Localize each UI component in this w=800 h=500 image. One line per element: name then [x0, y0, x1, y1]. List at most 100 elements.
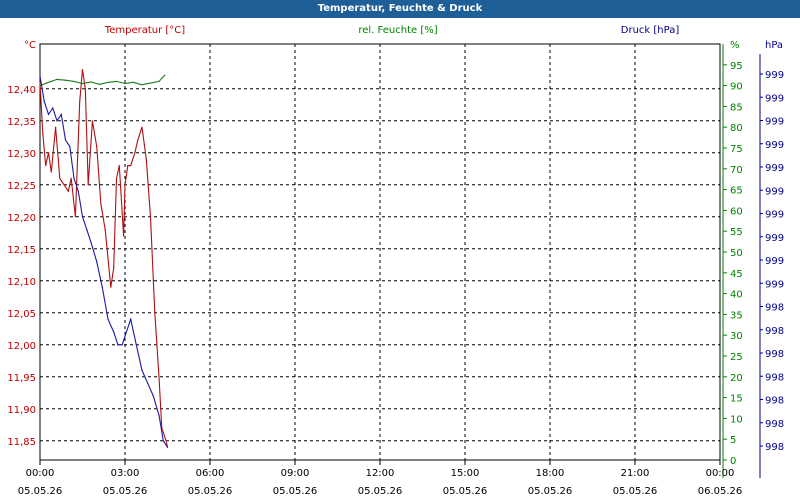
humidity-unit: %: [730, 40, 740, 51]
x-tick-label-date: 05.05.26: [103, 486, 148, 497]
x-tick-label-date: 05.05.26: [613, 486, 658, 497]
y-tick-label-humidity: 10: [730, 414, 743, 425]
x-tick-label-time: 00:00: [26, 468, 55, 479]
data-point-temperature: [123, 235, 125, 237]
data-point-pressure: [135, 344, 137, 346]
data-point-temperature: [110, 286, 112, 288]
data-point-humidity: [47, 81, 50, 83]
data-point-pressure: [52, 107, 54, 109]
y-tick-label-pressure: 998: [765, 303, 784, 314]
data-point-pressure: [64, 139, 67, 141]
data-point-pressure: [117, 344, 119, 346]
data-point-temperature: [84, 88, 86, 90]
data-point-humidity: [164, 74, 166, 76]
y-tick-label-humidity: 60: [730, 206, 743, 217]
y-tick-label-pressure: 999: [765, 140, 784, 151]
data-point-pressure: [125, 331, 127, 333]
data-point-pressure: [147, 382, 149, 384]
x-tick-label-date: 05.05.26: [358, 486, 403, 497]
data-point-temperature: [42, 133, 44, 135]
axes: [39, 43, 763, 478]
y-tick-label-humidity: 50: [730, 248, 743, 259]
y-tick-label-pressure: 998: [765, 419, 784, 430]
y-tick-label-temperature: 12,35: [7, 117, 36, 128]
x-tick-label-date: 06.05.26: [698, 486, 743, 497]
data-point-temperature: [96, 145, 98, 147]
y-tick-label-pressure: 998: [765, 326, 784, 337]
data-point-humidity: [73, 80, 75, 82]
data-point-pressure: [77, 190, 79, 192]
y-tick-label-temperature: 12,10: [7, 277, 36, 288]
y-tick-label-pressure: 999: [765, 256, 784, 267]
y-tick-label-humidity: 80: [730, 123, 743, 134]
data-point-humidity: [141, 84, 143, 86]
data-point-pressure: [47, 113, 50, 115]
x-tick-label-time: 09:00: [281, 468, 310, 479]
series: [39, 69, 169, 448]
pressure-axis-title: Druck [hPa]: [621, 25, 680, 36]
chart-title: Temperatur, Feuchte & Druck: [0, 0, 800, 18]
data-point-temperature: [63, 184, 65, 186]
y-tick-label-humidity: 95: [730, 61, 743, 72]
data-point-temperature: [115, 177, 118, 179]
x-tick-label-date: 05.05.26: [528, 486, 573, 497]
y-tick-label-humidity: 55: [730, 227, 743, 238]
y-tick-label-pressure: 998: [765, 442, 784, 453]
y-tick-label-humidity: 25: [730, 352, 743, 363]
y-tick-label-pressure: 998: [765, 349, 784, 360]
data-point-humidity: [132, 81, 135, 83]
data-point-pressure: [90, 241, 92, 243]
y-tick-label-temperature: 12,05: [7, 309, 36, 320]
y-tick-label-humidity: 90: [730, 82, 743, 93]
data-point-pressure: [39, 75, 41, 77]
x-tick-label-date: 05.05.26: [188, 486, 233, 497]
y-tick-label-pressure: 998: [765, 396, 784, 407]
data-point-pressure: [166, 446, 169, 448]
y-tick-label-pressure: 998: [765, 372, 784, 383]
data-point-pressure: [158, 414, 160, 416]
data-point-pressure: [121, 344, 123, 346]
data-point-humidity: [39, 85, 41, 87]
y-tick-label-pressure: 999: [765, 163, 784, 174]
grid: [40, 44, 720, 460]
data-point-humidity: [56, 78, 58, 80]
y-tick-label-temperature: 11,95: [7, 373, 36, 384]
x-tick-label-time: 21:00: [621, 468, 650, 479]
data-point-humidity: [115, 80, 118, 82]
data-point-pressure: [96, 261, 98, 263]
data-point-temperature: [50, 171, 52, 173]
chart-area: 00:00 05.05.26 03:00 05.05.26 06:00 05.05.26 0…: [7, 25, 784, 497]
data-point-temperature: [67, 190, 69, 192]
x-tick-label-time: 15:00: [451, 468, 480, 479]
data-point-temperature: [130, 165, 132, 167]
y-tick-label-temperature: 12,00: [7, 341, 36, 352]
series-line-temperature: [39, 69, 169, 448]
y-tick-label-humidity: 30: [730, 331, 743, 342]
data-point-temperature: [91, 120, 93, 122]
y-tick-label-humidity: 75: [730, 144, 743, 155]
data-point-pressure: [69, 145, 71, 147]
data-point-temperature: [113, 267, 115, 269]
data-point-temperature: [100, 203, 102, 205]
data-point-humidity: [90, 81, 92, 83]
data-point-temperature: [104, 229, 106, 231]
data-point-pressure: [56, 120, 58, 122]
axis-labels: 00:00 05.05.26 03:00 05.05.26 06:00 05.05.26 0…: [7, 25, 784, 497]
y-tick-label-humidity: 35: [730, 310, 743, 321]
data-point-humidity: [158, 80, 160, 82]
y-tick-label-temperature: 12,40: [7, 85, 36, 96]
data-point-pressure: [107, 318, 109, 320]
y-tick-label-humidity: 20: [730, 373, 743, 384]
y-tick-label-temperature: 12,30: [7, 149, 36, 160]
data-point-temperature: [45, 165, 47, 167]
x-tick-label-time: 00:00: [706, 468, 735, 479]
y-tick-label-humidity: 5: [730, 435, 736, 446]
y-tick-label-pressure: 999: [765, 70, 784, 81]
data-point-temperature: [87, 184, 89, 186]
data-point-temperature: [59, 177, 61, 179]
data-point-temperature: [137, 139, 139, 141]
x-tick-label-time: 03:00: [111, 468, 140, 479]
data-point-pressure: [86, 229, 88, 231]
data-point-temperature: [39, 81, 41, 83]
data-point-humidity: [149, 82, 152, 84]
